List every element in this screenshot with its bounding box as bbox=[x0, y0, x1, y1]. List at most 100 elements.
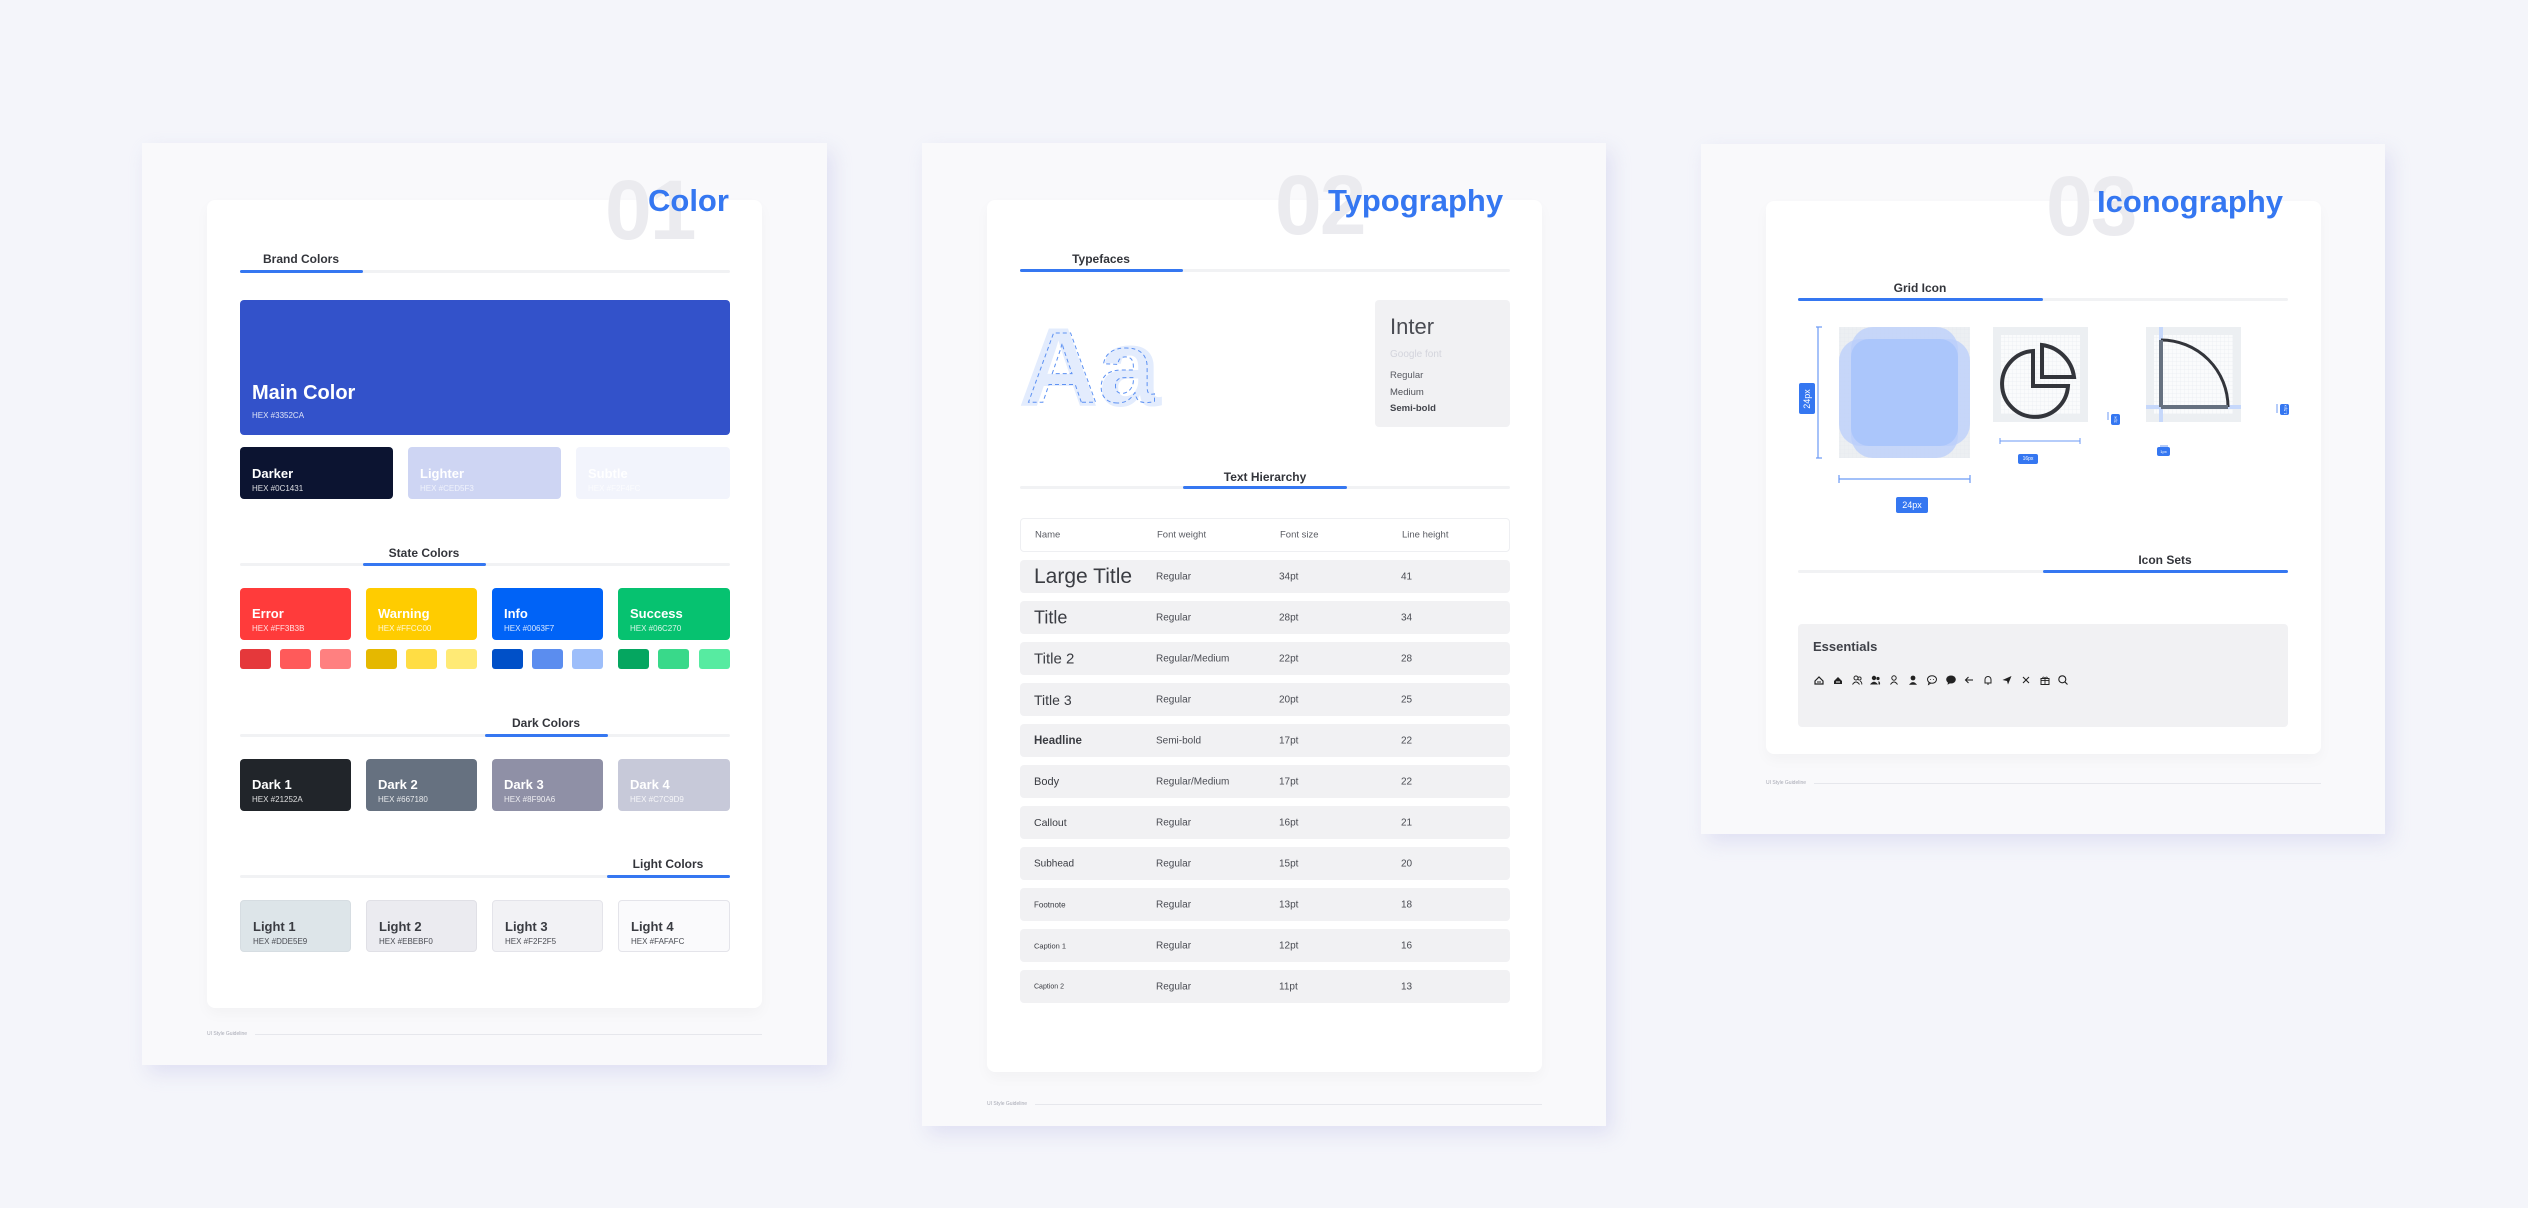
row-line-height: 22 bbox=[1401, 735, 1413, 746]
width-dimension-label: 24px bbox=[1896, 497, 1928, 513]
row-name: Caption 1 bbox=[1034, 941, 1067, 950]
warning-shade-2[interactable] bbox=[406, 649, 437, 669]
light-2-swatch[interactable]: Light 2 HEX #EBEBF0 bbox=[366, 900, 477, 952]
warning-shade-1[interactable] bbox=[366, 649, 397, 669]
section-title: Grid Icon bbox=[1893, 281, 1947, 295]
chat-filled-icon[interactable] bbox=[1945, 673, 1957, 685]
light-1-swatch[interactable]: Light 1 HEX #DDE5E9 bbox=[240, 900, 351, 952]
error-shade-1[interactable] bbox=[240, 649, 271, 669]
page-footer: UI Style Guideline bbox=[1766, 780, 2321, 786]
row-line-height: 13 bbox=[1401, 981, 1413, 992]
row-font-weight: Regular bbox=[1156, 940, 1192, 951]
arrow-left-icon[interactable] bbox=[1963, 673, 1975, 685]
error-swatch[interactable]: Error HEX #FF3B3B bbox=[240, 588, 351, 640]
font-weight-medium: Medium bbox=[1390, 387, 1424, 398]
lighter-swatch[interactable]: Lighter HEX #CED5F3 bbox=[408, 447, 561, 499]
dark-2-swatch[interactable]: Dark 2 HEX #667180 bbox=[366, 759, 477, 811]
icon-sets-header: Icon Sets bbox=[1798, 553, 2288, 573]
swatch-name: Dark 4 bbox=[630, 777, 670, 792]
light-3-swatch[interactable]: Light 3 HEX #F2F2F5 bbox=[492, 900, 603, 952]
section-title: Brand Colors bbox=[262, 252, 340, 266]
error-shade-2[interactable] bbox=[280, 649, 311, 669]
row-font-size: 16pt bbox=[1279, 817, 1299, 828]
success-shade-1[interactable] bbox=[618, 649, 649, 669]
chat-outline-icon[interactable] bbox=[1926, 673, 1938, 686]
row-font-size: 12pt bbox=[1279, 940, 1299, 951]
bell-icon[interactable] bbox=[1982, 673, 1994, 685]
users-outline-icon[interactable] bbox=[1851, 673, 1863, 685]
info-swatch[interactable]: Info HEX #0063F7 bbox=[492, 588, 603, 640]
swatch-name: Dark 1 bbox=[252, 777, 292, 792]
row-font-size: 20pt bbox=[1279, 694, 1299, 705]
font-source: Google font bbox=[1390, 349, 1442, 360]
swatch-name: Error bbox=[252, 606, 284, 621]
info-shade-3[interactable] bbox=[572, 649, 603, 669]
font-weight-regular: Regular bbox=[1390, 370, 1424, 381]
search-icon[interactable] bbox=[2057, 673, 2069, 685]
subtle-swatch[interactable]: Subtle HEX #F2F4FC bbox=[576, 447, 730, 499]
table-row: Title 3 Regular 20pt 25 bbox=[1020, 683, 1510, 716]
light-4-swatch[interactable]: Light 4 HEX #FAFAFC bbox=[618, 900, 730, 952]
darker-swatch[interactable]: Darker HEX #0C1431 bbox=[240, 447, 393, 499]
section-indicator bbox=[2043, 570, 2288, 573]
row-font-weight: Regular/Medium bbox=[1156, 776, 1230, 787]
row-line-height: 41 bbox=[1401, 571, 1413, 582]
row-font-weight: Regular bbox=[1156, 981, 1192, 992]
section-indicator bbox=[485, 734, 608, 737]
icon-set-title: Essentials bbox=[1813, 639, 1878, 654]
typefaces-header: Typefaces bbox=[1020, 252, 1510, 272]
home-filled-icon[interactable] bbox=[1832, 673, 1844, 685]
warning-shade-3[interactable] bbox=[446, 649, 477, 669]
close-icon[interactable] bbox=[2020, 673, 2032, 685]
font-name: Inter bbox=[1390, 314, 1435, 339]
info-shade-1[interactable] bbox=[492, 649, 523, 669]
home-outline-icon[interactable] bbox=[1813, 673, 1825, 685]
section-indicator bbox=[607, 875, 730, 878]
typography-card: Typefaces Aa Aa Inter Google font Regula… bbox=[987, 200, 1542, 1072]
keyline-shapes bbox=[1816, 326, 1971, 483]
column-header-weight: Font weight bbox=[1157, 529, 1207, 541]
text-hierarchy-header: Text Hierarchy bbox=[1020, 470, 1510, 490]
height-dimension-label: 24px bbox=[1799, 383, 1815, 414]
dark-4-swatch[interactable]: Dark 4 HEX #C7C9D9 bbox=[618, 759, 730, 811]
typeface-sample-outline: Aa bbox=[1026, 314, 1155, 414]
swatch-name: Light 4 bbox=[631, 919, 674, 934]
gift-icon[interactable] bbox=[2039, 673, 2051, 685]
row-name: Title 2 bbox=[1034, 650, 1075, 667]
main-color-swatch[interactable]: Main Color HEX #3352CA bbox=[240, 300, 730, 435]
row-font-size: 34pt bbox=[1279, 571, 1299, 582]
user-filled-icon[interactable] bbox=[1907, 673, 1919, 685]
row-font-size: 13pt bbox=[1279, 899, 1299, 910]
error-shade-3[interactable] bbox=[320, 649, 351, 669]
row-name: Callout bbox=[1034, 816, 1067, 829]
swatch-name: Info bbox=[504, 606, 528, 621]
dark-3-swatch[interactable]: Dark 3 HEX #8F90A6 bbox=[492, 759, 603, 811]
success-shade-2[interactable] bbox=[658, 649, 689, 669]
success-shade-3[interactable] bbox=[699, 649, 730, 669]
swatch-hex: HEX #C7C9D9 bbox=[630, 795, 684, 804]
swatch-hex: HEX #8F90A6 bbox=[504, 795, 556, 804]
dark-1-swatch[interactable]: Dark 1 HEX #21252A bbox=[240, 759, 351, 811]
swatch-name: Main Color bbox=[252, 382, 356, 404]
section-title: Dark Colors bbox=[511, 716, 581, 730]
row-name: Subhead bbox=[1034, 858, 1075, 869]
send-icon[interactable] bbox=[2001, 673, 2013, 685]
swatch-hex: HEX #0063F7 bbox=[504, 624, 555, 633]
section-title: Light Colors bbox=[632, 857, 704, 871]
swatch-name: Darker bbox=[252, 466, 294, 481]
row-font-weight: Regular/Medium bbox=[1156, 653, 1230, 664]
footer-divider bbox=[255, 1033, 762, 1035]
swatch-name: Light 3 bbox=[505, 919, 548, 934]
swatch-hex: HEX #CED5F3 bbox=[420, 484, 474, 493]
users-filled-icon[interactable] bbox=[1869, 673, 1881, 685]
warning-swatch[interactable]: Warning HEX #FFCC00 bbox=[366, 588, 477, 640]
success-swatch[interactable]: Success HEX #06C270 bbox=[618, 588, 730, 640]
font-weight-semibold: Semi-bold bbox=[1390, 403, 1436, 414]
table-row: Large Title Regular 34pt 41 bbox=[1020, 560, 1510, 593]
info-shade-2[interactable] bbox=[532, 649, 563, 669]
swatch-name: Light 2 bbox=[379, 919, 422, 934]
user-outline-icon[interactable] bbox=[1888, 673, 1900, 685]
pie-chart-icon bbox=[1993, 327, 2109, 444]
column-header-name: Name bbox=[1035, 529, 1061, 541]
page-title: Iconography bbox=[2097, 184, 2284, 219]
